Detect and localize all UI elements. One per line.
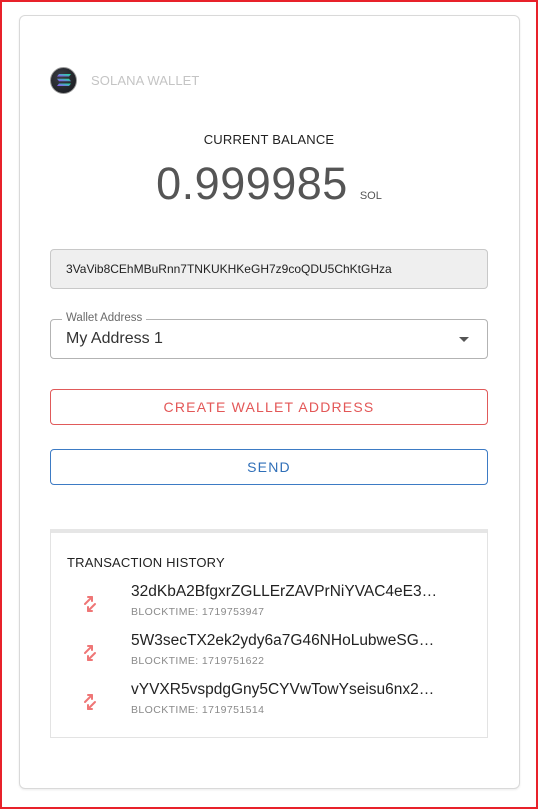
solana-logo-icon: [50, 66, 77, 94]
transaction-signature: 5W3secTX2ek2ydy6a7G46NHoLubweSG…: [131, 632, 435, 649]
current-address-field[interactable]: 3VaVib8CEhMBuRnn7TNKUKHKeGH7z9coQDU5ChKt…: [50, 249, 488, 289]
transaction-blocktime: BLOCKTIME: 1719753947: [131, 606, 265, 618]
transfer-arrows-icon: [84, 596, 96, 612]
transaction-item[interactable]: 5W3secTX2ek2ydy6a7G46NHoLubweSG… BLOCKTI…: [51, 632, 487, 672]
transaction-blocktime: BLOCKTIME: 1719751514: [131, 704, 265, 716]
chevron-down-icon[interactable]: [459, 337, 469, 342]
transaction-history-title: TRANSACTION HISTORY: [67, 555, 225, 570]
transaction-item[interactable]: 32dKbA2BfgxrZGLLErZAVPrNiYVAC4eE3… BLOCK…: [51, 583, 487, 623]
transaction-signature: 32dKbA2BfgxrZGLLErZAVPrNiYVAC4eE3…: [131, 583, 438, 600]
brand-header: SOLANA WALLET: [50, 66, 199, 94]
create-wallet-address-button[interactable]: CREATE WALLET ADDRESS: [50, 389, 488, 425]
transfer-arrows-icon: [84, 645, 96, 661]
brand-name: SOLANA WALLET: [91, 72, 200, 88]
balance-value: 0.999985: [156, 158, 348, 209]
transaction-signature: vYVXR5vspdgGny5CYVwTowYseisu6nx2…: [131, 681, 435, 698]
transfer-arrows-icon: [84, 694, 96, 710]
wallet-address-legend: Wallet Address: [62, 312, 147, 324]
send-button[interactable]: SEND: [50, 449, 488, 485]
balance-unit: SOL: [359, 190, 382, 202]
wallet-address-select[interactable]: Wallet Address My Address 1: [50, 312, 488, 359]
balance-label: CURRENT BALANCE: [203, 132, 335, 147]
transaction-item[interactable]: vYVXR5vspdgGny5CYVwTowYseisu6nx2… BLOCKT…: [51, 681, 487, 721]
wallet-address-value: My Address 1: [66, 330, 163, 347]
transaction-blocktime: BLOCKTIME: 1719751622: [131, 655, 265, 667]
transaction-history-panel: TRANSACTION HISTORY 32dKbA2BfgxrZGLLErZA…: [50, 529, 488, 738]
balance-display: 0.999985 SOL: [0, 158, 538, 210]
